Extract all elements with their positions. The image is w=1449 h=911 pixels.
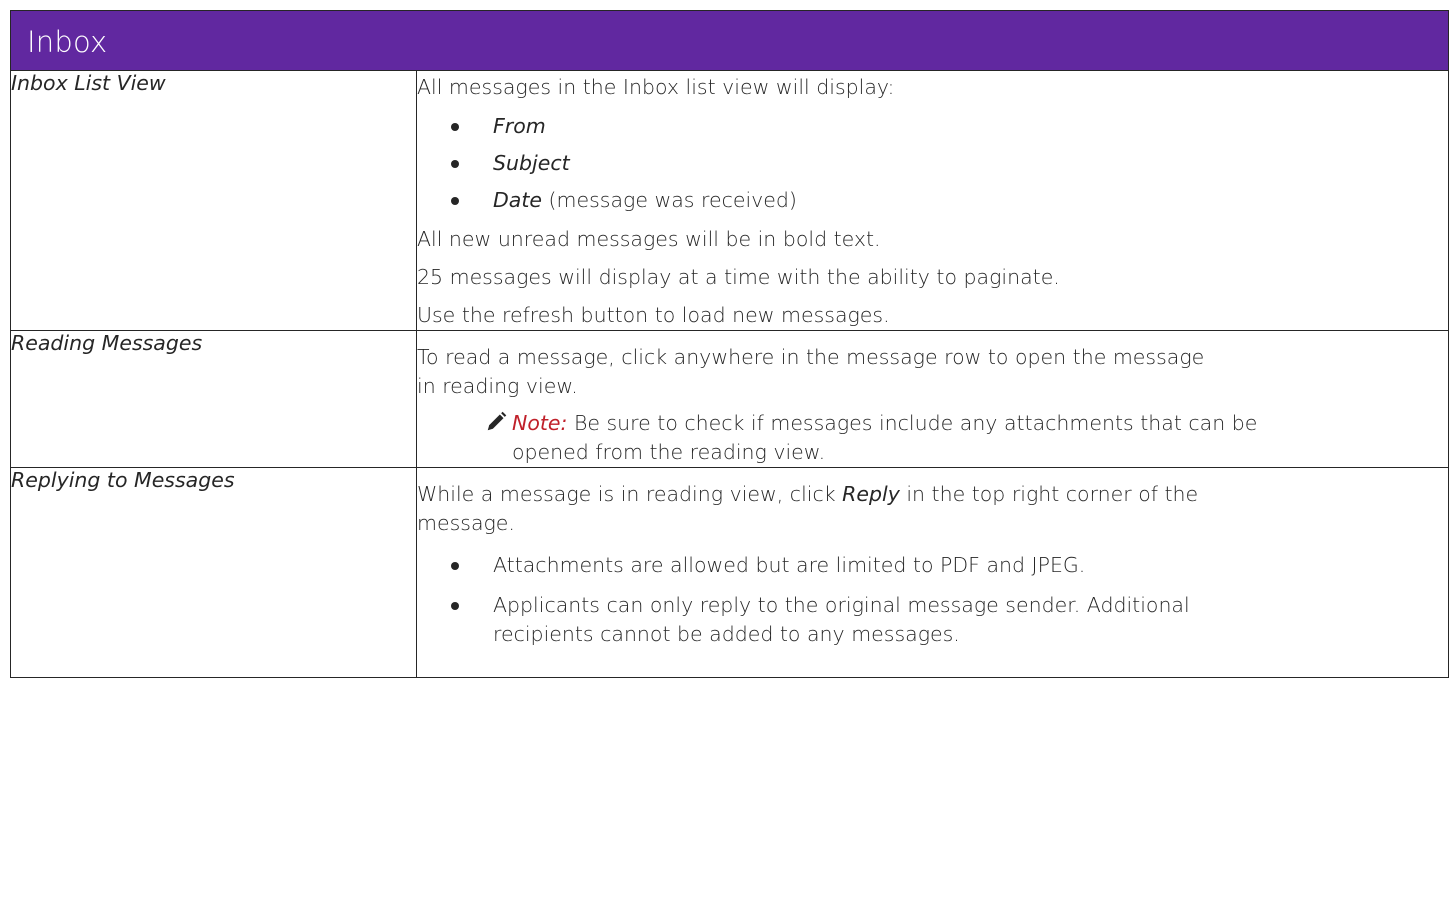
topic-cell: Inbox List View bbox=[10, 70, 417, 331]
pencil-icon bbox=[487, 411, 507, 431]
field-term: Subject bbox=[493, 151, 570, 175]
note: Note: Be sure to check if messages inclu… bbox=[417, 409, 1448, 467]
bullet-text: recipients cannot be added to any messag… bbox=[493, 622, 960, 646]
intro-text: All messages in the Inbox list view will… bbox=[417, 75, 895, 99]
note-text: Be sure to check if messages include any… bbox=[567, 411, 1258, 435]
text-segment: While a message is in reading view, clic… bbox=[417, 482, 843, 506]
bullet-icon bbox=[451, 197, 459, 205]
bullet-icon bbox=[451, 602, 459, 610]
list-item: Date (message was received) bbox=[417, 186, 1448, 215]
field-term: Date bbox=[493, 188, 542, 212]
table-row: Replying to Messages While a message is … bbox=[10, 467, 1449, 678]
list-item: Applicants can only reply to the origina… bbox=[417, 591, 1448, 649]
section-title: Inbox bbox=[27, 25, 108, 59]
bullet-list: Attachments are allowed but are limited … bbox=[417, 551, 1448, 649]
field-desc: (message was received) bbox=[542, 188, 797, 212]
text-line: To read a message, click anywhere in the… bbox=[417, 345, 1205, 369]
paragraph: 25 messages will display at a time with … bbox=[417, 265, 1060, 289]
text-segment: in the top right corner of the bbox=[899, 482, 1199, 506]
paragraph: While a message is in reading view, clic… bbox=[417, 480, 1448, 538]
field-term: From bbox=[493, 114, 546, 138]
bullet-icon bbox=[451, 562, 459, 570]
note-text: opened from the reading view. bbox=[512, 440, 826, 464]
list-item: From bbox=[417, 112, 1448, 141]
content-cell: While a message is in reading view, clic… bbox=[416, 467, 1449, 678]
list-item: Attachments are allowed but are limited … bbox=[417, 551, 1448, 580]
bullet-icon bbox=[451, 123, 459, 131]
paragraph: To read a message, click anywhere in the… bbox=[417, 343, 1448, 401]
content-cell: To read a message, click anywhere in the… bbox=[416, 330, 1449, 468]
inbox-help-table: Inbox Inbox List View All messages in th… bbox=[10, 10, 1449, 678]
text-line: in reading view. bbox=[417, 374, 578, 398]
content-cell: All messages in the Inbox list view will… bbox=[416, 70, 1449, 331]
paragraph: All new unread messages will be in bold … bbox=[417, 227, 881, 251]
topic-label: Reading Messages bbox=[11, 331, 203, 355]
bullet-icon bbox=[451, 160, 459, 168]
bullet-text: Attachments are allowed but are limited … bbox=[493, 553, 1086, 577]
table-header: Inbox bbox=[10, 10, 1449, 71]
table-row: Inbox List View All messages in the Inbo… bbox=[10, 70, 1449, 331]
paragraph: Use the refresh button to load new messa… bbox=[417, 303, 890, 327]
topic-label: Inbox List View bbox=[11, 71, 166, 95]
list-item: Subject bbox=[417, 149, 1448, 178]
bullet-text: Applicants can only reply to the origina… bbox=[493, 593, 1190, 617]
text-term: Reply bbox=[842, 482, 900, 506]
topic-label: Replying to Messages bbox=[11, 468, 235, 492]
topic-cell: Reading Messages bbox=[10, 330, 417, 468]
table-row: Reading Messages To read a message, clic… bbox=[10, 330, 1449, 468]
bullet-list: From Subject Date (message was received) bbox=[417, 112, 1448, 215]
note-label: Note: bbox=[512, 411, 568, 435]
topic-cell: Replying to Messages bbox=[10, 467, 417, 678]
text-line: message. bbox=[417, 511, 515, 535]
